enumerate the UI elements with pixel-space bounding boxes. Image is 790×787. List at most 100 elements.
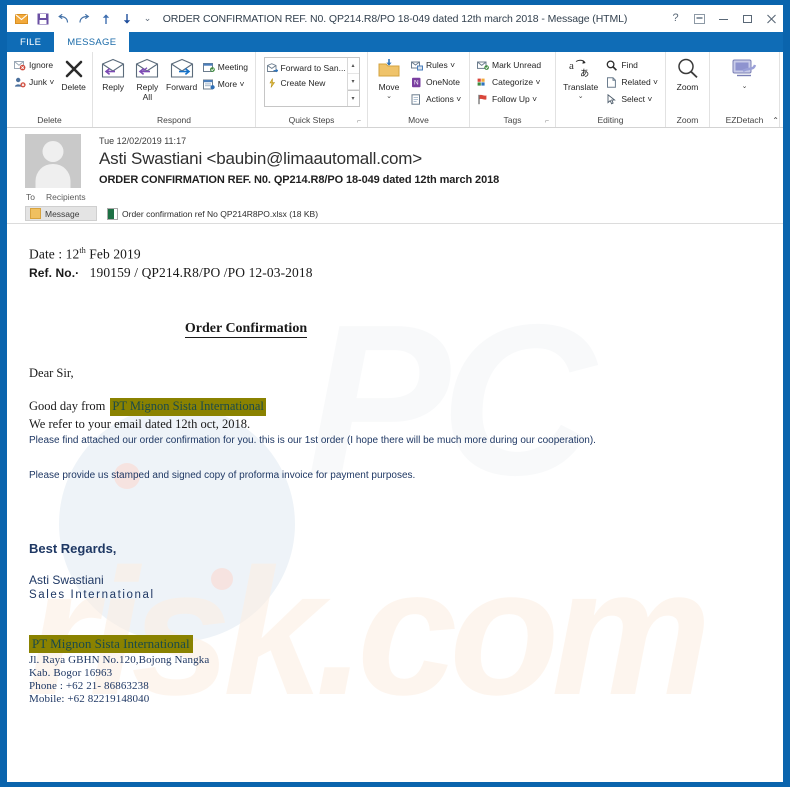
mail-icon[interactable] bbox=[12, 9, 31, 28]
rules-icon bbox=[411, 59, 423, 71]
message-header: To Recipients Tue 12/02/2019 11:17 Asti … bbox=[7, 128, 783, 204]
quick-access-toolbar: ⌄ bbox=[7, 9, 157, 28]
junk-label: Junk ˅ bbox=[29, 77, 55, 87]
tags-group-small-buttons: Mark Unread Categorize ˅ Follow Up ˅ bbox=[474, 55, 544, 107]
mark-unread-label: Mark Unread bbox=[492, 60, 542, 70]
meeting-icon bbox=[202, 61, 215, 73]
quick-step-label: Create New bbox=[280, 77, 326, 88]
ignore-button[interactable]: Ignore bbox=[11, 57, 57, 73]
ribbon-group-editing: aぁ Translate ⌄ Find Related ˅ Select ˅ E… bbox=[556, 52, 666, 127]
customize-quick-access-icon[interactable]: ⌄ bbox=[138, 9, 157, 28]
tab-file[interactable]: FILE bbox=[7, 32, 54, 52]
move-button[interactable]: Move ⌄ bbox=[372, 55, 406, 102]
collapse-ribbon-icon[interactable]: ⌃ bbox=[772, 116, 779, 125]
body-paragraph-2: Please provide us stamped and signed cop… bbox=[29, 469, 416, 481]
attachment-name: Order confirmation ref No QP214R8PO.xlsx… bbox=[122, 208, 319, 219]
signature-company-block: PT Mignon Sista International bbox=[29, 634, 193, 653]
previous-item-icon[interactable] bbox=[96, 9, 115, 28]
quick-steps-gallery[interactable]: Forward to San... Create New ▴ ▾ ▾ bbox=[263, 57, 360, 107]
reply-icon bbox=[100, 56, 126, 82]
ribbon-tab-strip: FILE MESSAGE bbox=[7, 32, 783, 52]
ezdetach-button[interactable]: ⌄ bbox=[723, 55, 767, 92]
scroll-up-icon[interactable]: ▴ bbox=[347, 58, 359, 74]
related-button[interactable]: Related ˅ bbox=[603, 74, 661, 90]
more-respond-icon bbox=[202, 78, 215, 90]
ribbon-group-move-label: Move bbox=[408, 115, 429, 125]
redo-icon[interactable] bbox=[75, 9, 94, 28]
actions-button[interactable]: Actions ˅ bbox=[408, 91, 464, 107]
ribbon-group-respond: Reply Reply All Forward Meeting More ˅ R… bbox=[93, 52, 256, 127]
close-button[interactable] bbox=[764, 11, 779, 26]
delete-icon bbox=[63, 56, 85, 82]
forward-button[interactable]: Forward bbox=[166, 55, 198, 92]
categorize-button[interactable]: Categorize ˅ bbox=[474, 74, 544, 90]
body-ref-label: Ref. No.· bbox=[29, 265, 80, 280]
maximize-button[interactable] bbox=[740, 11, 755, 26]
ezdetach-dropdown-icon[interactable]: ⌄ bbox=[742, 82, 748, 92]
attachment-item[interactable]: Order confirmation ref No QP214R8PO.xlsx… bbox=[107, 207, 319, 220]
scroll-down-icon[interactable]: ▾ bbox=[347, 74, 359, 90]
translate-label: Translate bbox=[563, 82, 599, 92]
rules-label: Rules ˅ bbox=[426, 60, 456, 70]
tags-dialog-launcher-icon[interactable]: ⌐ bbox=[545, 115, 549, 128]
quick-steps-more-icon[interactable]: ▾ bbox=[347, 90, 359, 106]
ribbon-group-zoom-label: Zoom bbox=[676, 115, 699, 125]
mark-unread-icon bbox=[477, 59, 489, 71]
onenote-button[interactable]: N OneNote bbox=[408, 74, 464, 90]
forward-label: Forward bbox=[166, 82, 198, 92]
zoom-label: Zoom bbox=[676, 82, 699, 92]
junk-button[interactable]: Junk ˅ bbox=[11, 74, 57, 90]
find-button[interactable]: Find bbox=[603, 57, 661, 73]
quick-steps-scrollbar[interactable]: ▴ ▾ ▾ bbox=[346, 58, 359, 106]
mark-unread-button[interactable]: Mark Unread bbox=[474, 57, 544, 73]
svg-text:N: N bbox=[414, 79, 419, 86]
categorize-icon bbox=[477, 76, 489, 88]
translate-button[interactable]: aぁ Translate ⌄ bbox=[560, 55, 601, 102]
tab-message[interactable]: MESSAGE bbox=[54, 32, 130, 52]
to-value[interactable]: Recipients bbox=[46, 192, 86, 202]
undo-icon[interactable] bbox=[54, 9, 73, 28]
signature-address-line-2: Kab. Bogor 16963 bbox=[29, 666, 113, 679]
quick-steps-dialog-launcher-icon[interactable]: ⌐ bbox=[357, 115, 361, 128]
select-icon bbox=[606, 93, 618, 105]
reply-button[interactable]: Reply bbox=[97, 55, 129, 92]
message-tab-label: Message bbox=[45, 208, 80, 219]
quick-step-forward-to-manager[interactable]: Forward to San... bbox=[266, 60, 347, 75]
ribbon-group-editing-label: Editing bbox=[597, 115, 624, 125]
translate-dropdown-icon[interactable]: ⌄ bbox=[578, 92, 584, 102]
meeting-button[interactable]: Meeting bbox=[200, 59, 251, 75]
create-new-quickstep-icon bbox=[267, 77, 278, 88]
rules-button[interactable]: Rules ˅ bbox=[408, 57, 464, 73]
body-date-line: Date : 12th Feb 2019 bbox=[29, 246, 783, 263]
quick-step-create-new[interactable]: Create New bbox=[267, 75, 347, 90]
reply-all-button[interactable]: Reply All bbox=[131, 55, 163, 102]
zoom-button[interactable]: Zoom bbox=[670, 55, 705, 92]
reply-all-label: Reply All bbox=[136, 82, 159, 102]
recipients-line: To Recipients bbox=[25, 188, 86, 202]
more-respond-button[interactable]: More ˅ bbox=[200, 76, 251, 92]
message-body-content: Date : 12th Feb 2019 Ref. No.· 190159 / … bbox=[7, 224, 783, 705]
quick-step-label: Forward to San... bbox=[280, 62, 346, 73]
ribbon-group-delete-label: Delete bbox=[37, 115, 62, 125]
ribbon-group-delete: Ignore Junk ˅ Delete Delete bbox=[7, 52, 93, 127]
zoom-icon bbox=[676, 56, 700, 82]
delete-button[interactable]: Delete bbox=[59, 55, 88, 92]
reply-all-icon bbox=[134, 56, 160, 82]
ribbon-group-tags: Mark Unread Categorize ˅ Follow Up ˅ Tag… bbox=[470, 52, 556, 127]
more-respond-label: More ˅ bbox=[217, 79, 245, 89]
select-button[interactable]: Select ˅ bbox=[603, 91, 661, 107]
ribbon-display-options-button[interactable] bbox=[692, 11, 707, 26]
minimize-button[interactable] bbox=[716, 11, 731, 26]
avatar-head-shape bbox=[42, 141, 64, 162]
document-title-text: Order Confirmation bbox=[184, 320, 308, 338]
move-folder-icon bbox=[377, 56, 401, 82]
message-tab-button[interactable]: Message bbox=[25, 206, 97, 221]
follow-up-button[interactable]: Follow Up ˅ bbox=[474, 91, 544, 107]
help-button[interactable]: ? bbox=[668, 11, 683, 26]
next-item-icon[interactable] bbox=[117, 9, 136, 28]
signature-mobile: Mobile: +62 82219148040 bbox=[29, 692, 150, 705]
save-icon[interactable] bbox=[33, 9, 52, 28]
move-dropdown-icon[interactable]: ⌄ bbox=[386, 92, 392, 102]
message-sender[interactable]: Asti Swastiani <baubin@limaautomall.com> bbox=[99, 149, 773, 169]
message-subject: ORDER CONFIRMATION REF. N0. QP214.R8/PO … bbox=[99, 174, 500, 186]
